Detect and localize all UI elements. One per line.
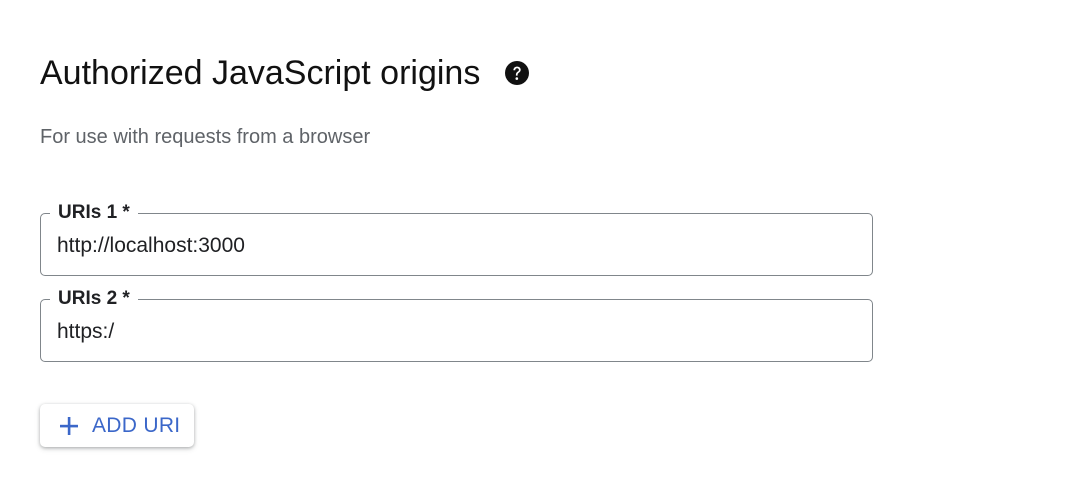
uri-input-1[interactable] — [57, 231, 847, 261]
add-uri-label: ADD URI — [92, 413, 181, 437]
uri-field-1-label: URIs 1 * — [50, 201, 138, 225]
uri-field-2[interactable]: URIs 2 * — [40, 287, 873, 362]
add-uri-button[interactable]: ADD URI — [40, 404, 194, 447]
authorized-origins-section: Authorized JavaScript origins For use wi… — [0, 0, 1074, 496]
section-title: Authorized JavaScript origins — [40, 54, 481, 92]
uri-input-2[interactable] — [57, 317, 847, 347]
section-subtitle: For use with requests from a browser — [40, 126, 371, 148]
uri-field-1[interactable]: URIs 1 * — [40, 201, 873, 276]
plus-icon — [58, 415, 80, 437]
section-header: Authorized JavaScript origins — [40, 52, 530, 94]
uri-field-2-label: URIs 2 * — [50, 287, 138, 311]
help-circle-icon[interactable] — [504, 60, 530, 86]
